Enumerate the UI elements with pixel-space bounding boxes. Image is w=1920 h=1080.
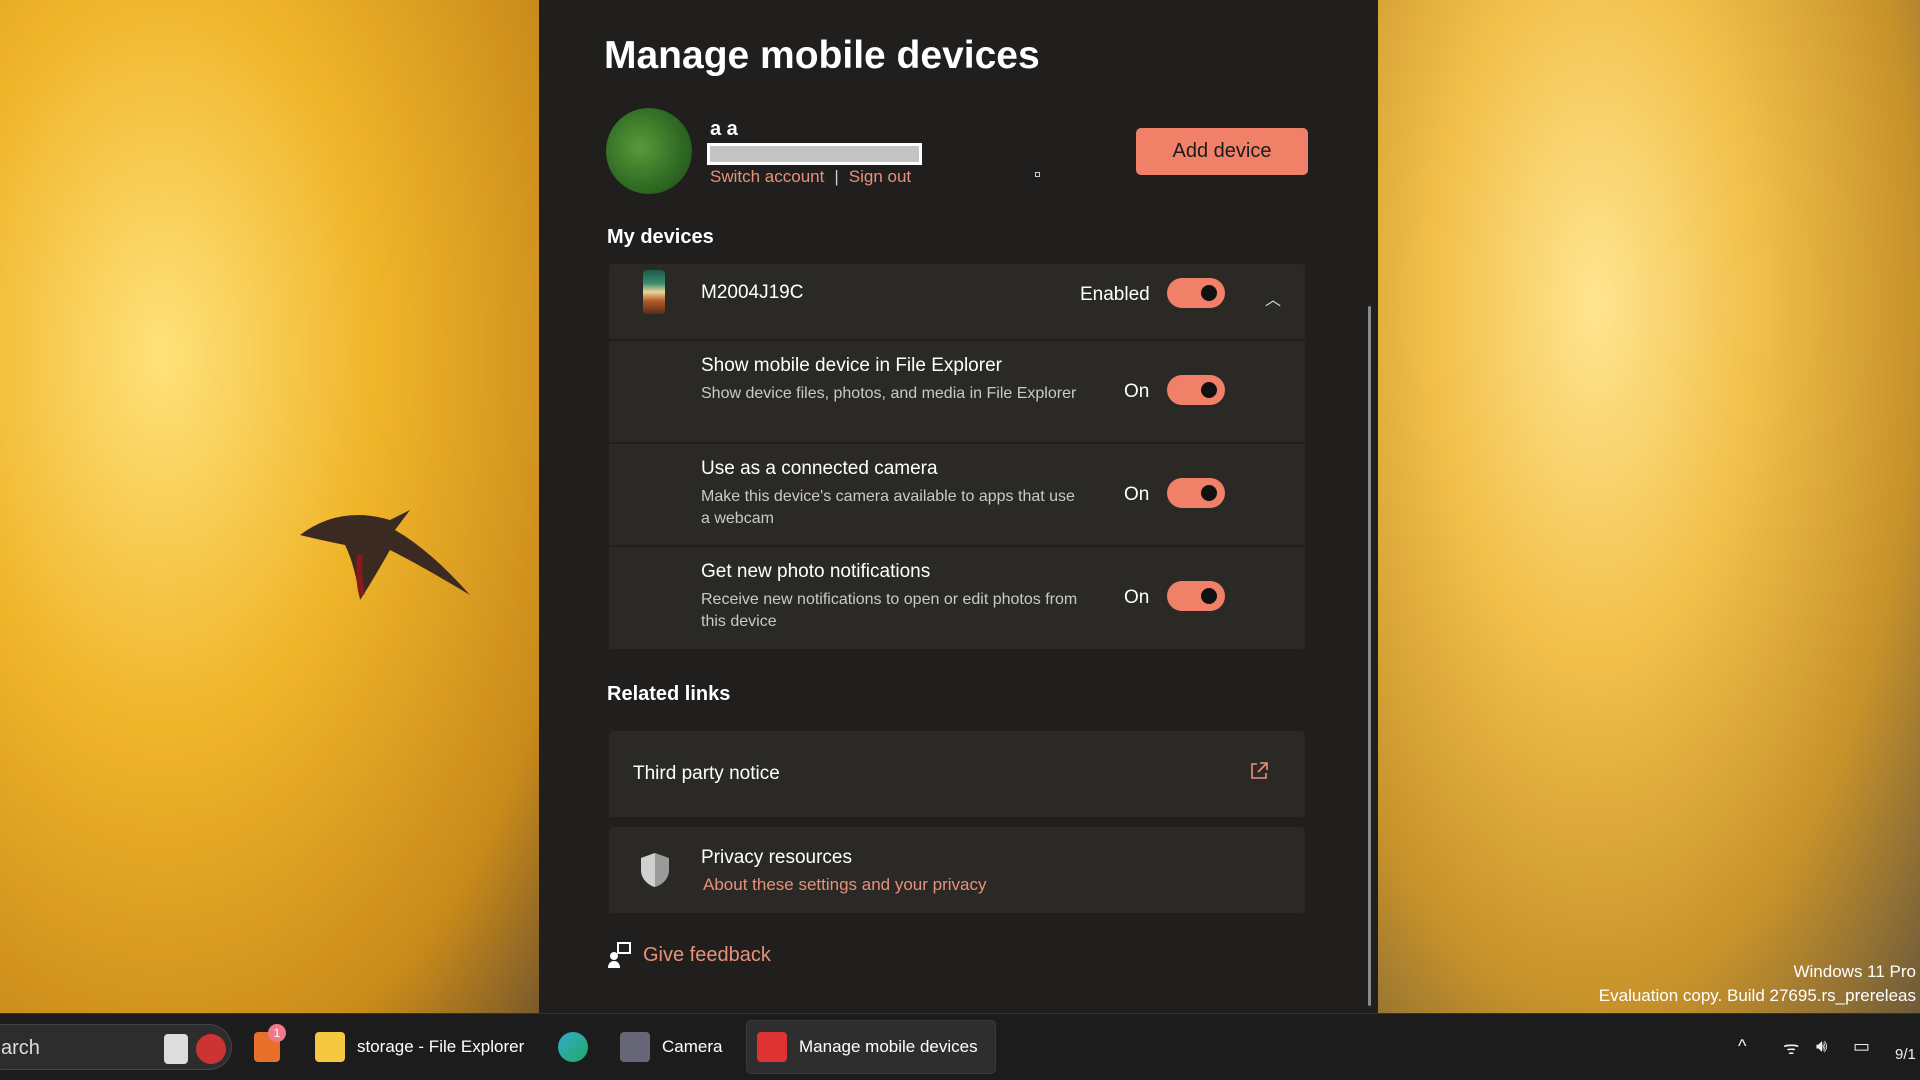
notification-badge: 1	[268, 1024, 286, 1042]
taskbar: arch 1 storage - File Explorer Camera Ma…	[0, 1013, 1920, 1080]
taskbar-file-explorer[interactable]: storage - File Explorer	[305, 1020, 534, 1074]
desktop-wallpaper-right	[1378, 0, 1920, 1013]
watermark-edition: Windows 11 Pro	[1793, 962, 1916, 981]
setting-state: On	[1124, 484, 1150, 505]
taskbar-label: Manage mobile devices	[799, 1037, 978, 1056]
separator: |	[834, 167, 839, 186]
search-text: arch	[1, 1037, 40, 1059]
privacy-link[interactable]: About these settings and your privacy	[703, 875, 987, 895]
volume-icon[interactable]: 🔊︎	[1816, 1036, 1827, 1057]
device-card[interactable]: M2004J19C Enabled ︿	[609, 264, 1305, 339]
clock[interactable]: 9/1	[1895, 1046, 1916, 1063]
camera-icon	[620, 1032, 650, 1062]
edge-icon	[558, 1032, 588, 1062]
setting-row-photo-notifications: Get new photo notifications Receive new …	[609, 547, 1305, 649]
photo-notifications-toggle[interactable]	[1167, 581, 1225, 611]
shield-icon	[641, 853, 669, 887]
camera-toggle[interactable]	[1167, 478, 1225, 508]
account-name: a a	[710, 118, 738, 140]
setting-description: Make this device's camera available to a…	[701, 488, 1075, 527]
third-party-notice-link[interactable]: Third party notice	[609, 731, 1305, 817]
external-link-icon	[1251, 762, 1268, 779]
give-feedback-label: Give feedback	[643, 943, 771, 966]
give-feedback-link[interactable]: Give feedback	[607, 942, 771, 968]
wifi-icon[interactable]: ᯤ	[1783, 1036, 1799, 1060]
setting-title: Show mobile device in File Explorer	[701, 355, 1002, 376]
add-device-button[interactable]: Add device	[1136, 128, 1308, 175]
avatar	[606, 108, 692, 194]
taskbar-edge[interactable]	[548, 1020, 598, 1074]
setting-row-camera: Use as a connected camera Make this devi…	[609, 444, 1305, 545]
setting-description: Show device files, photos, and media in …	[701, 385, 1077, 402]
setting-state: On	[1124, 587, 1150, 608]
phone-icon	[643, 270, 665, 314]
taskbar-manage-mobile-devices[interactable]: Manage mobile devices	[746, 1020, 996, 1074]
third-party-label: Third party notice	[633, 763, 780, 784]
my-devices-heading: My devices	[607, 226, 714, 248]
device-enabled-toggle[interactable]	[1167, 278, 1225, 308]
desktop-wallpaper-left	[0, 0, 539, 1013]
battery-icon[interactable]: ▭	[1853, 1036, 1870, 1057]
account-links: Switch account | Sign out	[710, 167, 911, 187]
feedback-icon	[608, 942, 631, 968]
privacy-title: Privacy resources	[701, 847, 852, 868]
show-hidden-icons-chevron[interactable]: ^	[1738, 1036, 1746, 1057]
file-explorer-toggle[interactable]	[1167, 375, 1225, 405]
scrollbar[interactable]	[1368, 306, 1371, 1006]
setting-state: On	[1124, 381, 1150, 402]
related-links-heading: Related links	[607, 683, 731, 705]
watermark-build: Evaluation copy. Build 27695.rs_prerelea…	[1598, 986, 1916, 1005]
folder-icon	[315, 1032, 345, 1062]
sign-out-link[interactable]: Sign out	[849, 167, 911, 186]
taskbar-camera[interactable]: Camera	[610, 1020, 732, 1074]
setting-row-file-explorer: Show mobile device in File Explorer Show…	[609, 341, 1305, 442]
device-name: M2004J19C	[701, 282, 804, 303]
privacy-resources-card: Privacy resources About these settings a…	[609, 827, 1305, 913]
phone-link-icon	[757, 1032, 787, 1062]
switch-account-link[interactable]: Switch account	[710, 167, 824, 186]
chevron-up-icon[interactable]: ︿	[1265, 286, 1281, 310]
taskbar-label: Camera	[662, 1037, 723, 1056]
setting-description: Receive new notifications to open or edi…	[701, 591, 1078, 630]
setting-title: Get new photo notifications	[701, 561, 931, 582]
redacted-email	[707, 143, 922, 165]
pelican-image	[300, 510, 470, 600]
cursor-marker	[1035, 172, 1040, 177]
setting-title: Use as a connected camera	[701, 458, 938, 479]
app-icon[interactable]	[196, 1034, 226, 1064]
taskbar-label: storage - File Explorer	[357, 1037, 525, 1056]
device-status-label: Enabled	[1080, 284, 1150, 305]
notepad-icon[interactable]	[164, 1034, 188, 1064]
page-title: Manage mobile devices	[604, 34, 1040, 77]
